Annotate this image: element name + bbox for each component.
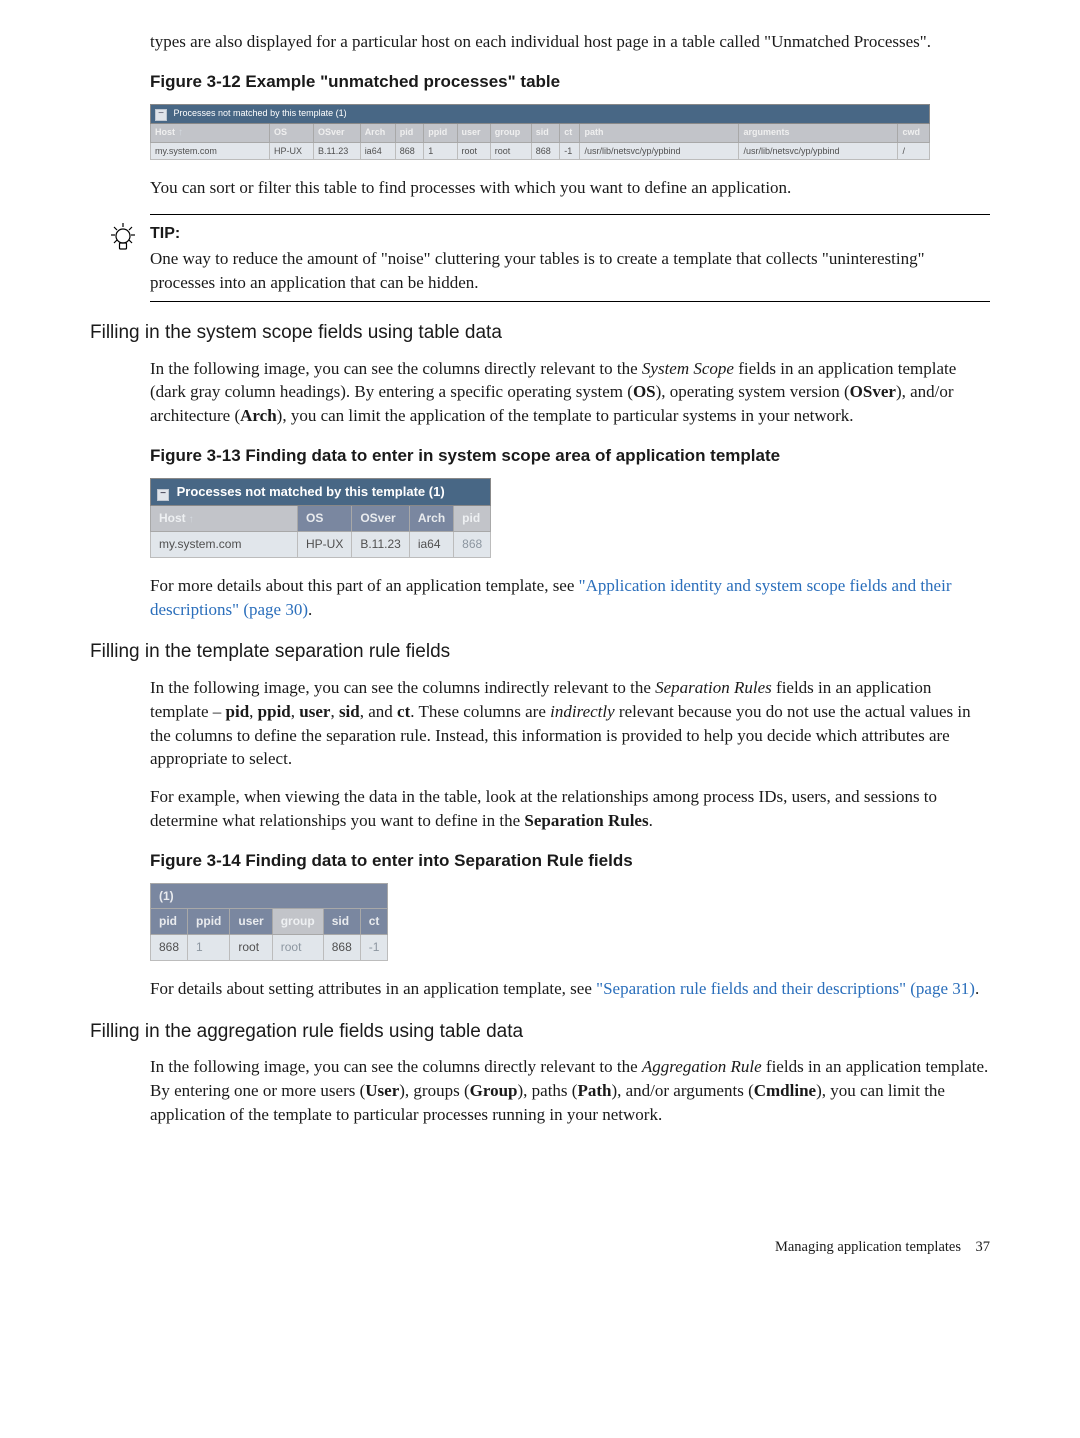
tip-label: TIP: (150, 223, 990, 245)
sort-filter-paragraph: You can sort or filter this table to fin… (150, 176, 990, 200)
col-sid[interactable]: sid (531, 123, 560, 142)
sort-icon: ↑ (189, 513, 194, 527)
intro-paragraph: types are also displayed for a particula… (150, 30, 990, 54)
col-ct[interactable]: ct (560, 123, 580, 142)
col-group[interactable]: group (272, 909, 323, 935)
table-super-header: (1) (151, 883, 388, 909)
col-os[interactable]: OS (298, 505, 352, 531)
col-osver[interactable]: OSver (352, 505, 409, 531)
separation-paragraph-1: In the following image, you can see the … (150, 676, 990, 771)
col-ppid[interactable]: ppid (188, 909, 230, 935)
col-path[interactable]: path (580, 123, 739, 142)
col-pid[interactable]: pid (395, 123, 424, 142)
table-title-text: Processes not matched by this template (… (174, 108, 347, 118)
collapse-icon[interactable]: − (157, 489, 169, 501)
col-os[interactable]: OS (270, 123, 314, 142)
figure-3-13-table: − Processes not matched by this template… (150, 478, 491, 558)
table-title: − Processes not matched by this template… (151, 104, 930, 123)
table-row: 868 1 root root 868 -1 (151, 935, 388, 961)
col-arch[interactable]: Arch (360, 123, 395, 142)
sort-icon: ↑ (178, 126, 183, 140)
heading-aggregation: Filling in the aggregation rule fields u… (90, 1019, 990, 1046)
scope-link-paragraph: For more details about this part of an a… (150, 574, 990, 622)
col-ppid[interactable]: ppid (424, 123, 457, 142)
col-host[interactable]: Host↑ (151, 505, 298, 531)
collapse-icon[interactable]: − (155, 109, 167, 121)
col-arch[interactable]: Arch (409, 505, 453, 531)
separation-paragraph-2: For example, when viewing the data in th… (150, 785, 990, 833)
separation-link-paragraph: For details about setting attributes in … (150, 977, 990, 1001)
col-cwd[interactable]: cwd (898, 123, 930, 142)
col-ct[interactable]: ct (360, 909, 388, 935)
page-footer: Managing application templates 37 (90, 1237, 990, 1257)
col-user[interactable]: user (230, 909, 272, 935)
heading-system-scope: Filling in the system scope fields using… (90, 320, 990, 347)
table-row: my.system.com HP-UX B.11.23 ia64 868 (151, 531, 491, 557)
figure-3-14-title: Figure 3-14 Finding data to enter into S… (150, 849, 990, 873)
tip-block: TIP: One way to reduce the amount of "no… (150, 214, 990, 302)
tip-body: One way to reduce the amount of "noise" … (150, 247, 990, 295)
heading-separation: Filling in the template separation rule … (90, 639, 990, 666)
figure-3-12-table: − Processes not matched by this template… (150, 104, 930, 161)
aggregation-paragraph: In the following image, you can see the … (150, 1055, 990, 1126)
system-scope-paragraph: In the following image, you can see the … (150, 357, 990, 428)
col-group[interactable]: group (490, 123, 531, 142)
col-pid[interactable]: pid (454, 505, 491, 531)
col-user[interactable]: user (457, 123, 490, 142)
page-number: 37 (976, 1239, 991, 1255)
table-header-row: Host↑ OS OSver Arch pid (151, 505, 491, 531)
table-title: − Processes not matched by this template… (151, 478, 491, 505)
col-osver[interactable]: OSver (313, 123, 360, 142)
figure-3-12-title: Figure 3-12 Example "unmatched processes… (150, 70, 990, 94)
table-header-row: Host↑ OS OSver Arch pid ppid user group … (151, 123, 930, 142)
table-title-text: Processes not matched by this template (… (177, 484, 445, 499)
table-header-row: pid ppid user group sid ct (151, 909, 388, 935)
col-host[interactable]: Host↑ (151, 123, 270, 142)
table-row: my.system.com HP-UX B.11.23 ia64 868 1 r… (151, 142, 930, 160)
lightbulb-icon (106, 221, 140, 255)
col-sid[interactable]: sid (323, 909, 360, 935)
figure-3-14-table: (1) pid ppid user group sid ct 868 1 roo… (150, 883, 388, 961)
col-pid[interactable]: pid (151, 909, 188, 935)
col-arguments[interactable]: arguments (739, 123, 898, 142)
figure-3-13-title: Figure 3-13 Finding data to enter in sys… (150, 444, 990, 468)
footer-text: Managing application templates (775, 1239, 961, 1255)
separation-link[interactable]: "Separation rule fields and their descri… (596, 979, 975, 998)
